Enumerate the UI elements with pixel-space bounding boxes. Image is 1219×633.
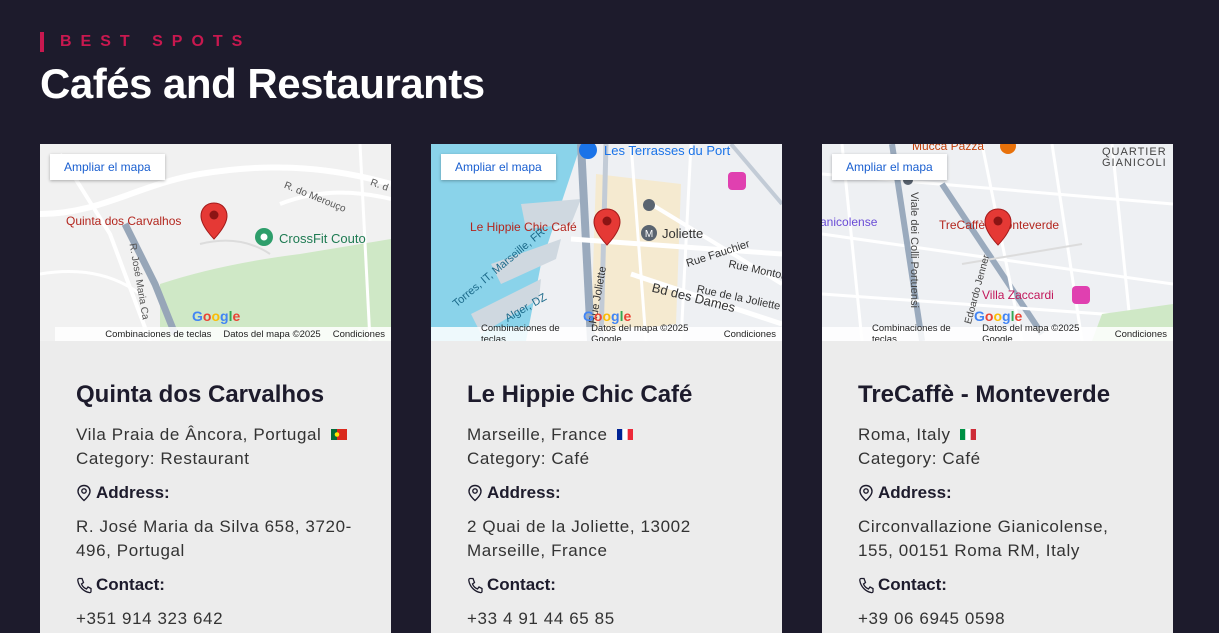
address-heading: Address: bbox=[858, 483, 1137, 503]
place-name: Quinta dos Carvalhos bbox=[76, 381, 325, 408]
map-street-label: Joliette bbox=[662, 226, 704, 241]
map-pin-icon[interactable] bbox=[593, 208, 621, 246]
place-card: Quinta dos Carvalhos CrossFit Couto R. d… bbox=[40, 144, 391, 633]
card-body: TreCaffè - Monteverde Roma, Italy Catego… bbox=[822, 341, 1173, 631]
place-location: Marseille, France bbox=[467, 423, 746, 447]
map-footer: Combinaciones de teclas Datos del mapa ©… bbox=[55, 327, 391, 341]
phone-icon bbox=[77, 577, 92, 594]
france-flag-icon bbox=[616, 429, 633, 441]
map-pin-icon[interactable] bbox=[984, 208, 1012, 246]
enlarge-map-button[interactable]: Ampliar el mapa bbox=[441, 154, 556, 180]
contact-heading: Contact: bbox=[467, 575, 746, 595]
place-category: Category: Restaurant bbox=[76, 449, 250, 468]
place-name: Le Hippie Chic Café bbox=[467, 381, 693, 408]
terms-link[interactable]: Condiciones bbox=[1115, 329, 1167, 340]
enlarge-map-button[interactable]: Ampliar el mapa bbox=[50, 154, 165, 180]
map-poi-label: Les Terrasses du Port bbox=[604, 144, 731, 158]
map-street-label: Viale dei Colli Portuensi bbox=[907, 192, 920, 308]
page-title: Cafés and Restaurants bbox=[40, 60, 485, 107]
map-area-label: GIANICOLI bbox=[1102, 157, 1167, 169]
place-name: TreCaffè - Monteverde bbox=[858, 381, 1111, 408]
place-card: Mucca Pazza QUARTIER GIANICOLI anicolens… bbox=[822, 144, 1173, 633]
place-phone[interactable]: +33 4 91 44 65 85 bbox=[467, 607, 746, 631]
address-heading: Address: bbox=[76, 483, 355, 503]
address-heading: Address: bbox=[467, 483, 746, 503]
keyboard-shortcuts-link[interactable]: Combinaciones de teclas bbox=[872, 323, 970, 341]
italy-flag-icon bbox=[959, 429, 976, 441]
google-logo: Google bbox=[583, 308, 632, 324]
location-pin-icon bbox=[77, 484, 91, 502]
google-logo: Google bbox=[974, 308, 1023, 324]
terms-link[interactable]: Condiciones bbox=[724, 329, 776, 340]
keyboard-shortcuts-link[interactable]: Combinaciones de teclas bbox=[481, 323, 579, 341]
contact-heading: Contact: bbox=[76, 575, 355, 595]
google-logo: Google bbox=[192, 308, 241, 324]
place-phone[interactable]: +351 914 323 642 bbox=[76, 607, 355, 631]
contact-heading: Contact: bbox=[858, 575, 1137, 595]
map-pin-label: Le Hippie Chic Café bbox=[470, 220, 577, 234]
map-footer: Combinaciones de teclas Datos del mapa ©… bbox=[431, 323, 782, 341]
place-address: 2 Quai de la Joliette, 13002 Marseille, … bbox=[467, 517, 691, 560]
place-location: Vila Praia de Âncora, Portugal bbox=[76, 423, 355, 447]
map-poi-label: Mucca Pazza bbox=[912, 144, 985, 153]
map-data-text: Datos del mapa ©2025 bbox=[223, 328, 321, 340]
place-address: Circonvallazione Gianicolense, 155, 0015… bbox=[858, 517, 1109, 560]
enlarge-map-button[interactable]: Ampliar el mapa bbox=[832, 154, 947, 180]
keyboard-shortcuts-link[interactable]: Combinaciones de teclas bbox=[105, 329, 211, 340]
place-category: Category: Café bbox=[858, 449, 981, 468]
card-body: Le Hippie Chic Café Marseille, France Ca… bbox=[431, 341, 782, 631]
card-body: Quinta dos Carvalhos Vila Praia de Âncor… bbox=[40, 341, 391, 631]
embedded-map[interactable]: Mucca Pazza QUARTIER GIANICOLI anicolens… bbox=[822, 144, 1173, 341]
map-footer: Combinaciones de teclas Datos del mapa ©… bbox=[822, 323, 1173, 341]
location-pin-icon bbox=[859, 484, 873, 502]
map-data-text: Datos del mapa ©2025 Google bbox=[982, 323, 1080, 341]
portugal-flag-icon bbox=[330, 429, 347, 441]
place-location: Roma, Italy bbox=[858, 423, 1137, 447]
section-eyebrow: BEST SPOTS bbox=[40, 32, 251, 52]
place-category: Category: Café bbox=[467, 449, 590, 468]
location-pin-icon bbox=[468, 484, 482, 502]
embedded-map[interactable]: Quinta dos Carvalhos CrossFit Couto R. d… bbox=[40, 144, 391, 341]
embedded-map[interactable]: M Les Terrasses du Port Le Hippie Chic C… bbox=[431, 144, 782, 341]
terms-link[interactable]: Condiciones bbox=[333, 329, 385, 340]
phone-icon bbox=[859, 577, 874, 594]
map-poi-label: anicolense bbox=[822, 215, 878, 229]
map-pin-icon[interactable] bbox=[200, 202, 228, 240]
place-phone[interactable]: +39 06 6945 0598 bbox=[858, 607, 1137, 631]
eyebrow-accent-bar bbox=[40, 32, 44, 52]
map-poi-label: Villa Zaccardi bbox=[982, 288, 1054, 302]
map-pin-label: Quinta dos Carvalhos bbox=[66, 214, 182, 228]
place-card: M Les Terrasses du Port Le Hippie Chic C… bbox=[431, 144, 782, 633]
map-poi-label: CrossFit Couto bbox=[279, 231, 366, 246]
map-data-text: Datos del mapa ©2025 Google bbox=[591, 323, 689, 341]
phone-icon bbox=[468, 577, 483, 594]
svg-text:M: M bbox=[645, 229, 653, 240]
eyebrow-text: BEST SPOTS bbox=[60, 33, 252, 50]
place-address: R. José Maria da Silva 658, 3720-496, Po… bbox=[76, 517, 352, 560]
